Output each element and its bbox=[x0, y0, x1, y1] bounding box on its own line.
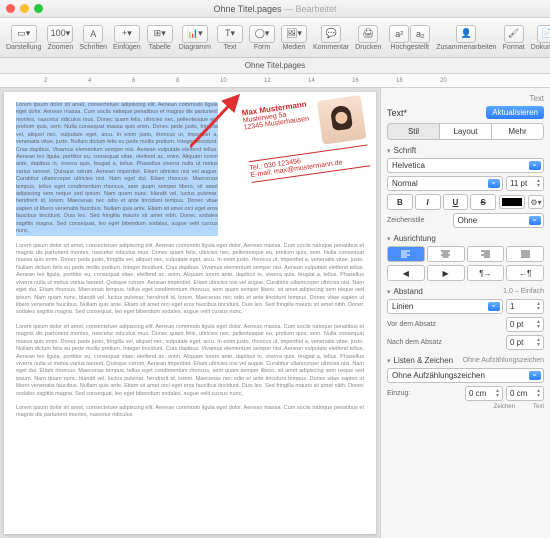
avatar-image bbox=[317, 95, 367, 145]
zoom-button[interactable]: 100▾ bbox=[47, 25, 73, 43]
paragraph[interactable]: Lorem ipsum dolor sit amet, consectetuer… bbox=[16, 405, 364, 420]
inspector-header: Text bbox=[387, 94, 544, 103]
paragraph[interactable]: Lorem ipsum dolor sit amet, consectetuer… bbox=[16, 324, 364, 398]
titlebar: Ohne Titel.pages — Bearbeitet bbox=[0, 0, 550, 18]
indent-1-field[interactable]: 0 cm▴▾ bbox=[465, 386, 503, 401]
paragraph[interactable]: Lorem ipsum dolor sit amet, consectetuer… bbox=[16, 243, 364, 317]
tab-stil[interactable]: Stil bbox=[388, 124, 440, 139]
tab-mehr[interactable]: Mehr bbox=[492, 124, 543, 139]
italic-button[interactable]: I bbox=[415, 194, 441, 210]
table-button[interactable]: ⊞▾ bbox=[147, 25, 173, 43]
font-style-select[interactable]: Normal bbox=[387, 176, 503, 191]
tabs-bar: Ohne Titel.pages bbox=[0, 58, 550, 74]
align-center-button[interactable] bbox=[427, 246, 465, 262]
superscript-button[interactable]: a² bbox=[389, 25, 409, 43]
insert-label: Einfügen bbox=[113, 44, 141, 51]
update-button[interactable]: Aktualisieren bbox=[486, 106, 544, 119]
toolbar: ▭▾Darstellung 100▾Zoomen ASchriften +▾Ei… bbox=[0, 18, 550, 58]
bold-button[interactable]: B bbox=[387, 194, 413, 210]
ltr-button[interactable]: ¶→ bbox=[467, 265, 505, 281]
media-label: Medien bbox=[283, 44, 306, 51]
view-label: Darstellung bbox=[6, 44, 41, 51]
ruler[interactable]: 2 4 6 8 10 12 14 16 18 20 bbox=[0, 74, 550, 88]
format-label: Format bbox=[503, 44, 525, 51]
font-options-gear-icon[interactable]: ⚙▾ bbox=[528, 195, 544, 209]
chart-button[interactable]: 📊▾ bbox=[182, 25, 208, 43]
comment-label: Kommentar bbox=[313, 44, 349, 51]
doc-label: Dokument bbox=[531, 44, 550, 51]
after-spacing-field[interactable]: 0 pt▴▾ bbox=[506, 335, 544, 350]
chart-label: Diagramm bbox=[179, 44, 211, 51]
bullet-style-select[interactable]: Ohne Aufzählungszeichen bbox=[387, 368, 544, 383]
comment-button[interactable]: 💬 bbox=[321, 25, 341, 43]
super-label: Hochgestellt bbox=[390, 44, 429, 51]
strike-button[interactable]: S bbox=[470, 194, 496, 210]
line-spacing-field[interactable]: 1▴▾ bbox=[506, 299, 544, 314]
collaborate-button[interactable]: 👤 bbox=[456, 25, 476, 43]
font-section-header[interactable]: Schrift bbox=[387, 146, 544, 155]
text-button[interactable]: T▾ bbox=[217, 25, 243, 43]
indent-button[interactable]: ▶ bbox=[427, 265, 465, 281]
subscript-button[interactable]: a₂ bbox=[410, 25, 430, 43]
insert-button[interactable]: +▾ bbox=[114, 25, 140, 43]
line-spacing-select[interactable]: Linien bbox=[387, 299, 503, 314]
text-color-swatch[interactable] bbox=[499, 195, 525, 209]
font-size-field[interactable]: 11 pt▴▾ bbox=[506, 176, 544, 191]
doc-title: Ohne Titel.pages bbox=[213, 4, 281, 14]
document-button[interactable]: 📄 bbox=[537, 25, 550, 43]
font-family-select[interactable]: Helvetica bbox=[387, 158, 544, 173]
table-label: Tabelle bbox=[149, 44, 171, 51]
align-right-button[interactable] bbox=[467, 246, 505, 262]
media-button[interactable]: 🖼▾ bbox=[281, 25, 307, 43]
tab-title[interactable]: Ohne Titel.pages bbox=[245, 61, 305, 70]
view-button[interactable]: ▭▾ bbox=[11, 25, 37, 43]
tab-layout[interactable]: Layout bbox=[440, 124, 492, 139]
print-label: Drucken bbox=[355, 44, 381, 51]
edited-indicator: — Bearbeitet bbox=[284, 4, 337, 14]
shape-label: Form bbox=[254, 44, 270, 51]
paragraph-selected[interactable]: Lorem ipsum dolor sit amet, consectetuer… bbox=[16, 102, 218, 236]
page[interactable]: Max Mustermann Musterweg 5a 12345 Muster… bbox=[4, 92, 376, 534]
document-canvas[interactable]: Max Mustermann Musterweg 5a 12345 Muster… bbox=[0, 88, 380, 538]
charstyle-select[interactable]: Ohne bbox=[453, 213, 544, 228]
fonts-button[interactable]: A bbox=[83, 25, 103, 43]
align-justify-button[interactable] bbox=[506, 246, 544, 262]
outdent-button[interactable]: ◀ bbox=[387, 265, 425, 281]
rtl-button[interactable]: ←¶ bbox=[506, 265, 544, 281]
vcard-object[interactable]: Max Mustermann Musterweg 5a 12345 Muster… bbox=[241, 92, 371, 186]
inspector-panel: Text Text* Aktualisieren Stil Layout Meh… bbox=[380, 88, 550, 538]
lists-section-header[interactable]: Listen & ZeichenOhne Aufzählungszeichen bbox=[387, 356, 544, 365]
collab-label: Zusammenarbeiten bbox=[436, 44, 496, 51]
window-title: Ohne Titel.pages — Bearbeitet bbox=[0, 4, 550, 14]
inspector-tabs: Stil Layout Mehr bbox=[387, 123, 544, 140]
indent-2-field[interactable]: 0 cm▴▾ bbox=[506, 386, 544, 401]
text-label: Text bbox=[224, 44, 237, 51]
shape-button[interactable]: ◯▾ bbox=[249, 25, 275, 43]
zoom-label: Zoomen bbox=[48, 44, 74, 51]
fonts-label: Schriften bbox=[79, 44, 107, 51]
spacing-section-header[interactable]: Abstand1,0 – Einfach bbox=[387, 287, 544, 296]
underline-button[interactable]: U bbox=[443, 194, 469, 210]
inspector-title[interactable]: Text* bbox=[387, 108, 486, 118]
align-section-header[interactable]: Ausrichtung bbox=[387, 234, 544, 243]
print-button[interactable]: 🖨 bbox=[358, 25, 378, 43]
before-spacing-field[interactable]: 0 pt▴▾ bbox=[506, 317, 544, 332]
align-left-button[interactable] bbox=[387, 246, 425, 262]
format-button[interactable]: 🖌 bbox=[504, 25, 524, 43]
charstyle-label: Zeichenstile bbox=[387, 217, 450, 224]
